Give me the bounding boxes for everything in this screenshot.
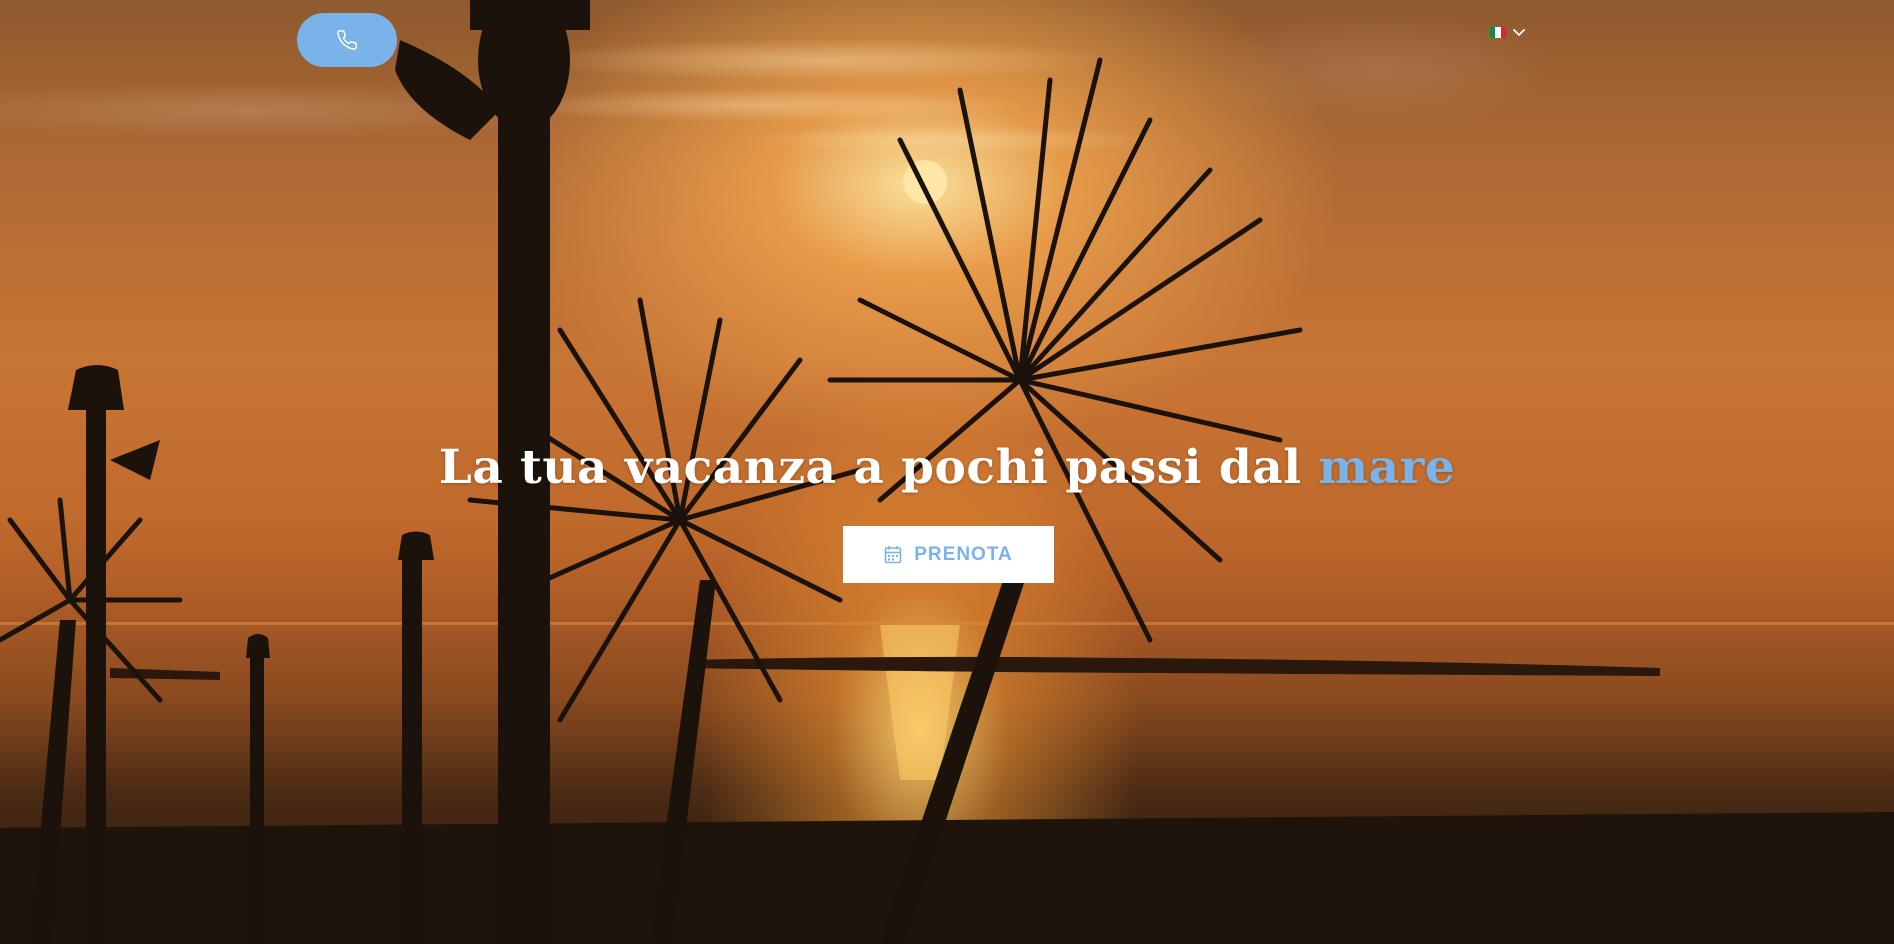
- language-selector[interactable]: [1490, 27, 1526, 38]
- book-button[interactable]: PRENOTA: [843, 526, 1054, 583]
- calendar-icon: [884, 546, 902, 564]
- hero-section: La tua vacanza a pochi passi dal mare PR…: [0, 0, 1894, 944]
- phone-icon: [337, 30, 357, 50]
- headline-text: La tua vacanza a pochi passi dal: [438, 440, 1319, 495]
- headline-accent-word: mare: [1318, 440, 1456, 495]
- hero-headline: La tua vacanza a pochi passi dal mare: [0, 440, 1894, 495]
- italy-flag-icon: [1490, 27, 1506, 38]
- book-button-label: PRENOTA: [914, 543, 1013, 565]
- chevron-down-icon: [1513, 28, 1525, 36]
- phone-button[interactable]: [297, 13, 397, 67]
